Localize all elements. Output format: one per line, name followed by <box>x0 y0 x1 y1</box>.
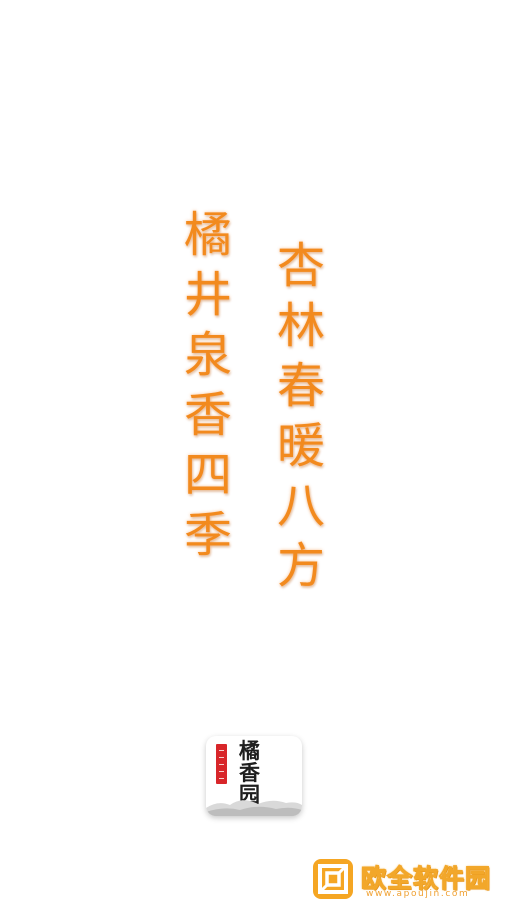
poem-char: 林 <box>276 298 325 354</box>
poem-char: 方 <box>276 538 325 594</box>
watermark-url: www.apoujin.com <box>366 889 470 899</box>
app-logo-char: 香 <box>239 760 260 785</box>
poem-char: 四 <box>183 447 232 503</box>
splash-screen: 杏 林 春 暖 八 方 橘 井 泉 香 四 季 橘 香 园 欧全软件园 www.… <box>0 0 509 906</box>
poem-line-left: 橘 井 泉 香 四 季 <box>178 205 238 565</box>
poem-line-right: 杏 林 春 暖 八 方 <box>271 236 331 596</box>
poem-char: 香 <box>183 387 232 443</box>
poem-char: 八 <box>276 478 325 534</box>
watermark-logo-icon <box>313 859 353 899</box>
app-logo-char: 橘 <box>239 738 260 763</box>
app-logo: 橘 香 园 <box>206 736 302 816</box>
poem-char: 季 <box>183 507 232 563</box>
poem-char: 春 <box>276 358 325 414</box>
poem-char: 橘 <box>183 207 232 263</box>
mountain-ink-icon <box>206 800 302 816</box>
watermark: 欧全软件园 www.apoujin.com <box>311 857 507 903</box>
poem-char: 泉 <box>183 327 232 383</box>
poem-char: 井 <box>183 267 232 323</box>
seal-icon <box>216 744 227 784</box>
poem-char: 杏 <box>276 238 325 294</box>
poem-char: 暖 <box>276 418 325 474</box>
